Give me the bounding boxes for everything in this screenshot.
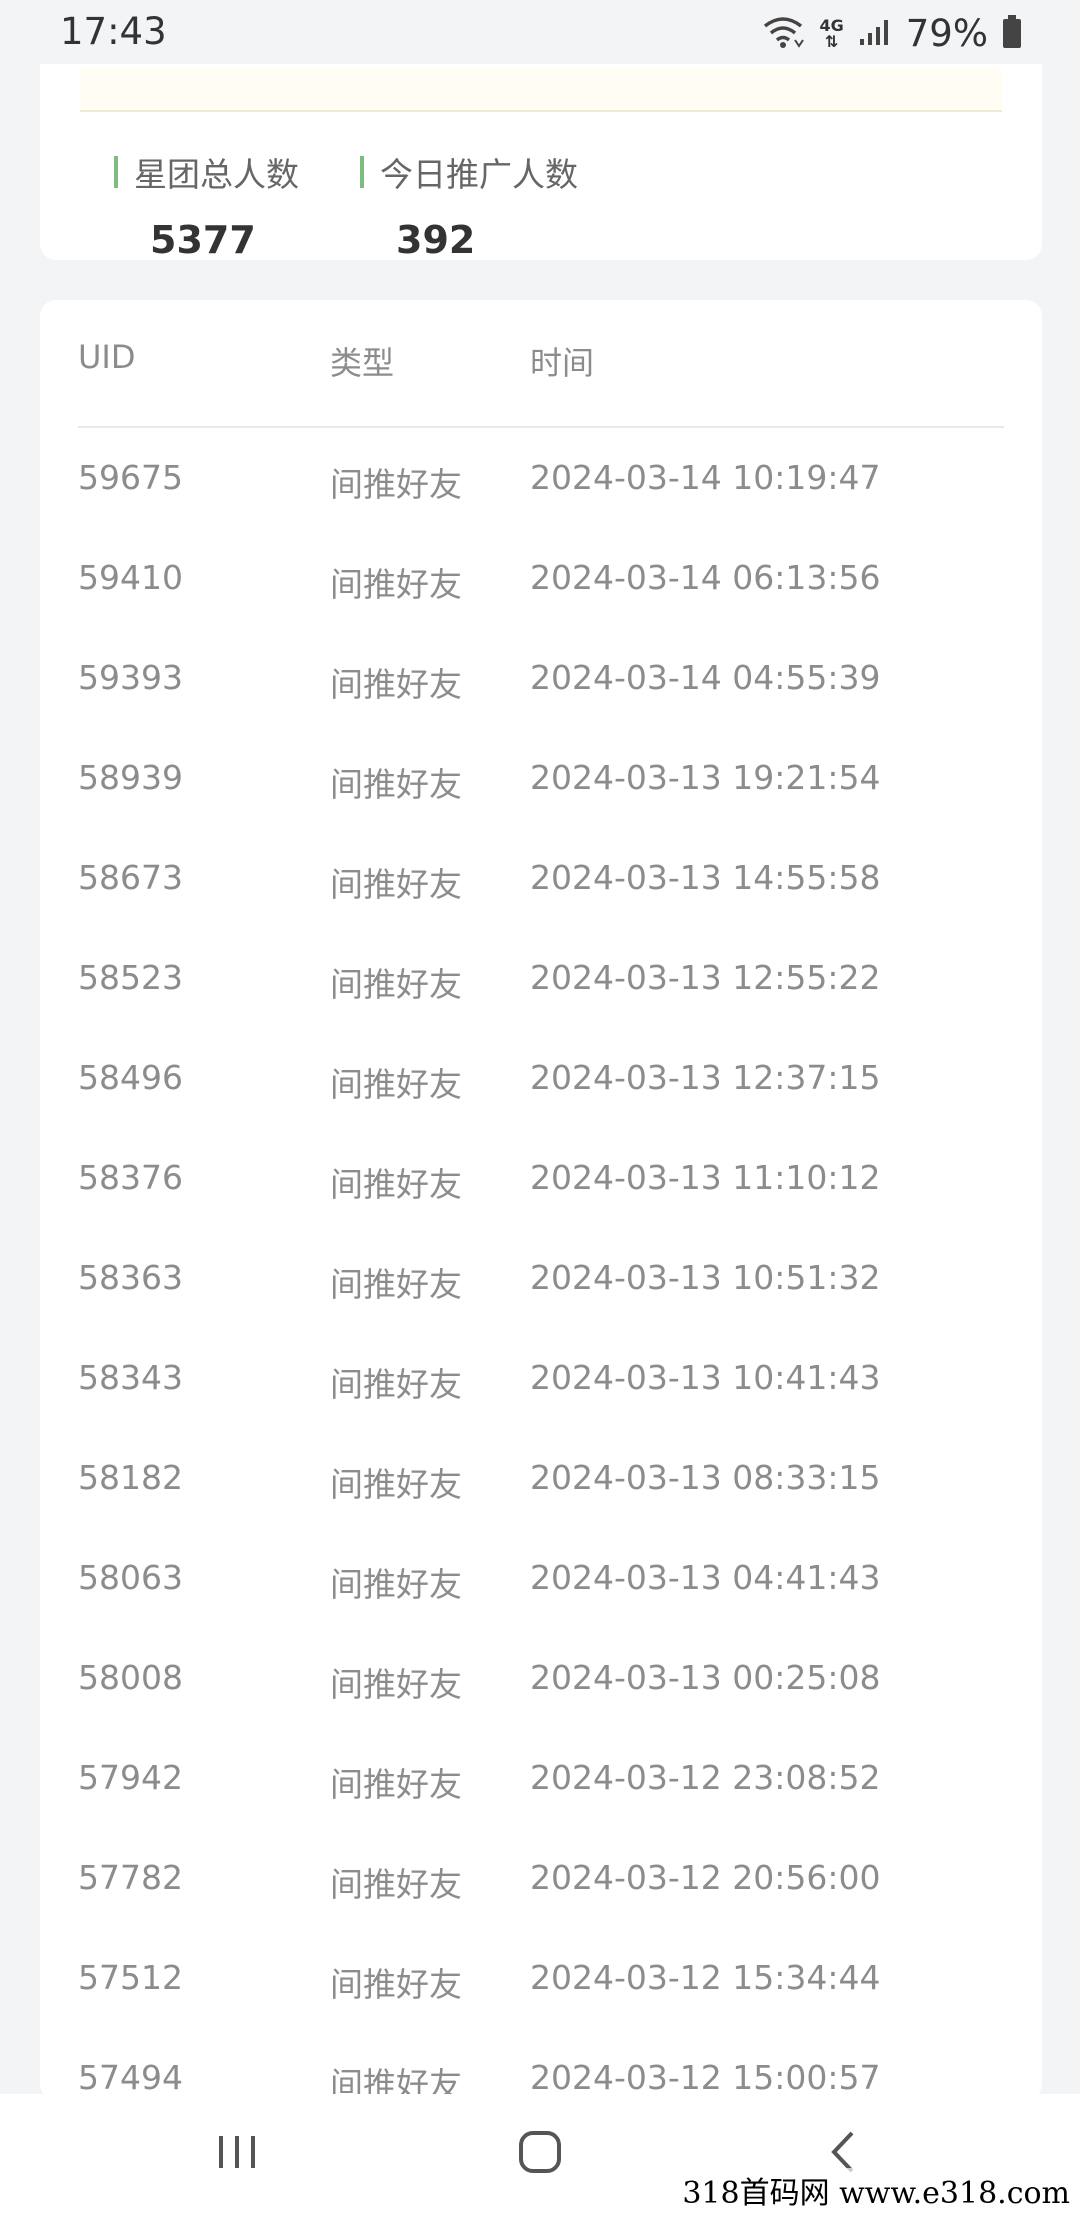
status-time: 17:43 <box>60 10 167 53</box>
row-uid: 58063 <box>78 1558 183 1597</box>
table-body: 59675 间推好友 2024-03-14 10:19:47 59410 间推好友 202… <box>78 430 1004 2100</box>
row-time: 2024-03-13 14:55:58 <box>530 858 881 897</box>
table-row[interactable]: 58343 间推好友 2024-03-13 10:41:43 <box>78 1330 1004 1430</box>
row-time: 2024-03-13 10:41:43 <box>530 1358 881 1397</box>
row-uid: 57494 <box>78 2058 183 2097</box>
row-uid: 58008 <box>78 1658 183 1697</box>
row-type: 间推好友 <box>330 565 462 604</box>
stat-today-promotions: 今日推广人数 392 <box>360 152 578 262</box>
row-type: 间推好友 <box>330 1865 462 1904</box>
table-row[interactable]: 58376 间推好友 2024-03-13 11:10:12 <box>78 1130 1004 1230</box>
header-type: 类型 <box>330 344 395 382</box>
home-button[interactable] <box>500 2124 580 2184</box>
row-uid: 58376 <box>78 1158 183 1197</box>
battery-percentage: 79% <box>905 12 988 55</box>
table-row[interactable]: 59410 间推好友 2024-03-14 06:13:56 <box>78 530 1004 630</box>
row-type: 间推好友 <box>330 1665 462 1704</box>
row-time: 2024-03-12 23:08:52 <box>530 1758 881 1797</box>
table-row[interactable]: 58673 间推好友 2024-03-13 14:55:58 <box>78 830 1004 930</box>
row-uid: 58673 <box>78 858 183 897</box>
table-row[interactable]: 58523 间推好友 2024-03-13 12:55:22 <box>78 930 1004 1030</box>
signal-icon <box>858 17 892 51</box>
table-row[interactable]: 58008 间推好友 2024-03-13 00:25:08 <box>78 1630 1004 1730</box>
row-time: 2024-03-14 06:13:56 <box>530 558 881 597</box>
watermark-text: 318首码网 www.e318.com <box>682 2168 1070 2212</box>
row-time: 2024-03-12 15:34:44 <box>530 1958 881 1997</box>
accent-bar <box>114 156 118 188</box>
row-uid: 59393 <box>78 658 183 697</box>
table-row[interactable]: 58063 间推好友 2024-03-13 04:41:43 <box>78 1530 1004 1630</box>
battery-icon <box>1002 14 1022 53</box>
table-row[interactable]: 58939 间推好友 2024-03-13 19:21:54 <box>78 730 1004 830</box>
wifi-icon <box>761 14 805 54</box>
row-uid: 58939 <box>78 758 183 797</box>
row-uid: 58182 <box>78 1458 183 1497</box>
row-time: 2024-03-13 11:10:12 <box>530 1158 881 1197</box>
row-uid: 58343 <box>78 1358 183 1397</box>
table-row[interactable]: 58496 间推好友 2024-03-13 12:37:15 <box>78 1030 1004 1130</box>
row-uid: 59410 <box>78 558 183 597</box>
status-icons: 4G ⇅ 79% <box>761 12 1022 55</box>
accent-bar <box>360 156 364 188</box>
table-row[interactable]: 58182 间推好友 2024-03-13 08:33:15 <box>78 1430 1004 1530</box>
table-row[interactable]: 58363 间推好友 2024-03-13 10:51:32 <box>78 1230 1004 1330</box>
row-time: 2024-03-13 08:33:15 <box>530 1458 881 1497</box>
row-time: 2024-03-13 19:21:54 <box>530 758 881 797</box>
row-type: 间推好友 <box>330 965 462 1004</box>
home-icon <box>517 2129 563 2179</box>
data-arrows-icon: ⇅ <box>824 31 839 51</box>
stat-total-label: 星团总人数 <box>134 155 299 194</box>
stat-today-value: 392 <box>396 218 476 262</box>
row-time: 2024-03-12 20:56:00 <box>530 1858 881 1897</box>
stat-today-label: 今日推广人数 <box>380 155 578 194</box>
row-type: 间推好友 <box>330 1365 462 1404</box>
row-time: 2024-03-13 12:55:22 <box>530 958 881 997</box>
row-type: 间推好友 <box>330 1965 462 2004</box>
stat-total-members: 星团总人数 5377 <box>114 152 299 262</box>
row-uid: 58496 <box>78 1058 183 1097</box>
table-row[interactable]: 59675 间推好友 2024-03-14 10:19:47 <box>78 430 1004 530</box>
row-time: 2024-03-12 15:00:57 <box>530 2058 881 2097</box>
row-time: 2024-03-13 10:51:32 <box>530 1258 881 1297</box>
row-type: 间推好友 <box>330 1765 462 1804</box>
table-row[interactable]: 57782 间推好友 2024-03-12 20:56:00 <box>78 1830 1004 1930</box>
row-uid: 57512 <box>78 1958 183 1997</box>
row-uid: 59675 <box>78 458 183 497</box>
referral-list-card[interactable]: UID 类型 时间 59675 间推好友 2024-03-14 10:19:47 59… <box>40 300 1042 2100</box>
row-type: 间推好友 <box>330 765 462 804</box>
header-time: 时间 <box>530 344 595 382</box>
row-type: 间推好友 <box>330 1465 462 1504</box>
row-time: 2024-03-13 00:25:08 <box>530 1658 881 1697</box>
row-time: 2024-03-14 10:19:47 <box>530 458 881 497</box>
row-time: 2024-03-13 12:37:15 <box>530 1058 881 1097</box>
summary-card: 星团总人数 5377 今日推广人数 392 <box>40 40 1042 262</box>
row-type: 间推好友 <box>330 1265 462 1304</box>
table-row[interactable]: 59393 间推好友 2024-03-14 04:55:39 <box>78 630 1004 730</box>
row-type: 间推好友 <box>330 665 462 704</box>
recent-apps-button[interactable] <box>198 2124 278 2184</box>
table-row[interactable]: 57494 间推好友 2024-03-12 15:00:57 <box>78 2030 1004 2100</box>
header-uid: UID <box>78 338 136 376</box>
table-header: UID 类型 时间 <box>78 338 1004 428</box>
stat-total-value: 5377 <box>150 218 256 262</box>
row-time: 2024-03-14 04:55:39 <box>530 658 881 697</box>
recent-apps-icon <box>215 2132 261 2176</box>
row-type: 间推好友 <box>330 465 462 504</box>
row-uid: 57782 <box>78 1858 183 1897</box>
status-bar: 17:43 4G ⇅ 79% <box>0 0 1080 64</box>
row-uid: 57942 <box>78 1758 183 1797</box>
table-row[interactable]: 57942 间推好友 2024-03-12 23:08:52 <box>78 1730 1004 1830</box>
row-time: 2024-03-13 04:41:43 <box>530 1558 881 1597</box>
row-type: 间推好友 <box>330 1165 462 1204</box>
summary-card-header-strip <box>80 68 1002 112</box>
row-uid: 58523 <box>78 958 183 997</box>
table-row[interactable]: 57512 间推好友 2024-03-12 15:34:44 <box>78 1930 1004 2030</box>
row-type: 间推好友 <box>330 1565 462 1604</box>
network-type: 4G ⇅ <box>819 15 844 51</box>
row-type: 间推好友 <box>330 1065 462 1104</box>
row-type: 间推好友 <box>330 865 462 904</box>
row-uid: 58363 <box>78 1258 183 1297</box>
